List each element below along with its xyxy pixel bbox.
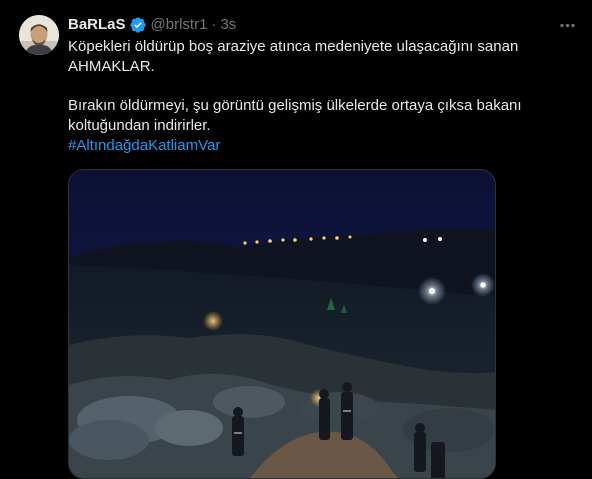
- tweet-line-2: AHMAKLAR.: [68, 58, 155, 75]
- author-name[interactable]: BaRLaS: [68, 15, 126, 35]
- tweet-line-3: Bırakın öldürmeyi, şu görüntü gelişmiş ü…: [68, 97, 522, 114]
- tweet-line-1: Köpekleri öldürüp boş araziye atınca med…: [68, 38, 519, 55]
- tweet-line-4: koltuğundan indirirler.: [68, 117, 211, 134]
- timestamp[interactable]: 3s: [220, 15, 236, 35]
- tweet: BaRLaS @brlstr1 · 3s Köpekleri öldürüp b…: [0, 0, 592, 479]
- tweet-media-photo[interactable]: [68, 169, 496, 479]
- night-hillside-photo: [69, 170, 495, 478]
- avatar[interactable]: [19, 15, 59, 55]
- verified-badge-icon: [129, 16, 147, 34]
- separator-dot: ·: [211, 16, 217, 33]
- tweet-header: BaRLaS @brlstr1 · 3s: [68, 15, 236, 35]
- avatar-image: [19, 15, 59, 55]
- author-handle[interactable]: @brlstr1: [151, 15, 208, 35]
- tweet-text: Köpekleri öldürüp boş araziye atınca med…: [68, 37, 568, 156]
- hashtag-link[interactable]: #AltındağdaKatliamVar: [68, 137, 220, 154]
- more-horizontal-icon[interactable]: [556, 15, 578, 35]
